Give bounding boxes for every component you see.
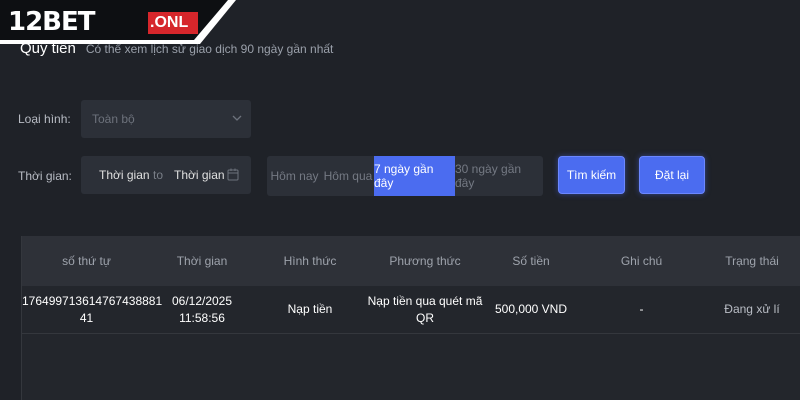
search-button[interactable]: Tìm kiếm (558, 156, 625, 194)
column-header-amount: Số tiền (512, 254, 550, 268)
type-select-value: Toàn bộ (92, 112, 135, 126)
type-label: Loại hình: (18, 112, 71, 126)
range-yesterday-button[interactable]: Hôm qua (322, 156, 374, 196)
logo-suffix: .ONL (148, 12, 198, 34)
brand-logo[interactable]: 12BET .ONL (0, 0, 236, 44)
type-select[interactable]: Toàn bộ (81, 100, 251, 138)
cell-index-line1: 176499713614767438881 (22, 293, 163, 308)
transaction-table: số thứ tự Thời gian Hình thức Phương thứ… (21, 236, 800, 400)
column-header-method: Phương thức (389, 254, 461, 268)
cell-method-line2: QR (416, 310, 434, 325)
cell-index-line2: 41 (79, 310, 94, 325)
column-header-type: Hình thức (283, 254, 337, 268)
range-30days-button[interactable]: 30 ngày gần đây (455, 156, 543, 196)
range-separator: to (153, 168, 164, 182)
column-header-status: Trạng thái (725, 254, 779, 268)
column-header-time: Thời gian (176, 254, 228, 268)
range-today-button[interactable]: Hôm nay (267, 156, 322, 196)
cell-note: - (639, 302, 644, 316)
calendar-icon (227, 168, 239, 181)
column-header-note: Ghi chú (620, 254, 663, 268)
page-subtitle: Có thể xem lịch sử giao dịch 90 ngày gần… (85, 42, 334, 56)
cell-type: Nạp tiền (287, 302, 333, 316)
time-label: Thời gian: (18, 169, 72, 183)
cell-time: 06/12/2025 11:58:56 (171, 293, 233, 325)
chevron-down-icon (232, 115, 242, 121)
table-header: số thứ tự Thời gian Hình thức Phương thứ… (22, 236, 800, 286)
cell-index: 176499713614767438881 41 (22, 293, 163, 327)
cell-status: Đang xử lí (724, 302, 780, 316)
reset-button[interactable]: Đặt lại (639, 156, 705, 194)
cell-method-line1: Nạp tiền qua quét mã (367, 293, 483, 308)
column-header-index: số thứ tự (62, 254, 111, 268)
range-7days-button[interactable]: 7 ngày gần đây (374, 156, 455, 196)
logo-text: 12BET (8, 7, 95, 37)
cell-method: Nạp tiền qua quét mã QR (367, 293, 483, 327)
start-date-input[interactable]: Thời gian (99, 168, 150, 182)
table-row[interactable]: 176499713614767438881 41 06/12/2025 11:5… (22, 286, 800, 334)
cell-amount: 500,000 VND (494, 302, 568, 316)
date-range-picker[interactable]: Thời gian to Thời gian (81, 156, 251, 194)
end-date-input[interactable]: Thời gian (174, 168, 225, 182)
quick-range-group: Hôm nay Hôm qua 7 ngày gần đây 30 ngày g… (267, 156, 543, 196)
